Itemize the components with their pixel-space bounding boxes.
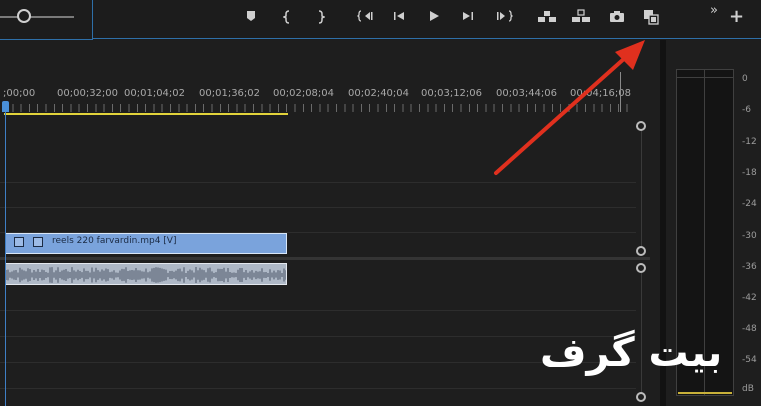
marker-icon[interactable] [241,9,261,27]
linked-clip-icon [33,237,43,247]
zoom-slider-track[interactable] [0,16,74,18]
step-forward-icon[interactable] [458,9,478,27]
ruler-label: 00;02;08;04 [273,88,335,99]
play-icon[interactable] [424,9,444,27]
ruler-label: 00;00;32;00 [57,88,119,99]
audio-meter-header [676,69,734,78]
go-to-out-icon[interactable] [494,9,514,27]
track-separator [0,182,636,183]
ruler-label: 00;03;44;06 [496,88,558,99]
extract-icon[interactable] [571,9,591,27]
video-scroll-bottom-handle[interactable] [636,246,646,256]
ruler-label: 00;01;04;02 [124,88,186,99]
step-back-icon[interactable] [389,9,409,27]
db-label: 0 [742,74,748,84]
solo-buttons[interactable] [676,396,734,404]
video-scroll-track[interactable] [641,130,642,248]
camera-icon[interactable] [607,9,627,27]
audio-waveform [6,267,286,283]
db-label: -42 [742,293,757,303]
work-area-bar[interactable] [4,113,288,115]
more-button[interactable]: » [710,3,718,18]
video-scroll-top-handle[interactable] [636,121,646,131]
db-label: -12 [742,137,757,147]
lift-icon[interactable] [537,9,557,27]
ruler-label: 00;01;36;02 [199,88,261,99]
db-label: -54 [742,355,757,365]
db-label: -48 [742,324,757,334]
ruler-label: ;00;00 [3,88,36,99]
ruler-label: 00;03;12;06 [421,88,483,99]
audio-meter-level [678,392,732,394]
audio-scroll-top-handle[interactable] [636,263,646,273]
audio-scroll-bottom-handle[interactable] [636,392,646,402]
playhead[interactable] [2,101,9,112]
zoom-slider-handle[interactable] [17,9,31,23]
db-label: -18 [742,168,757,178]
db-label: -24 [742,199,757,209]
ruler-label: 00;04;16;08 [570,88,632,99]
comparison-view-icon[interactable] [641,9,661,27]
mark-in-icon[interactable] [278,9,298,27]
clip-name: reels 220 farvardin.mp4 [V] [52,236,177,246]
watermark: بیت گرف [540,330,723,376]
ruler-label: 00;02;40;04 [348,88,410,99]
video-audio-divider[interactable] [0,257,650,260]
db-label: -36 [742,262,757,272]
track-separator [0,310,636,311]
fx-badge-icon [14,237,24,247]
mark-out-icon[interactable] [310,9,330,27]
zoom-panel [0,0,93,40]
db-label: dB [742,384,754,394]
audio-clip[interactable] [5,263,287,285]
go-to-in-icon[interactable] [356,9,376,27]
ruler-end-marker [620,72,621,112]
add-button[interactable]: + [729,6,744,27]
db-label: -6 [742,105,751,115]
playhead-line [5,112,6,406]
ruler-ticks [4,104,631,112]
db-label: -30 [742,231,757,241]
track-separator [0,207,636,208]
track-separator [0,388,636,389]
